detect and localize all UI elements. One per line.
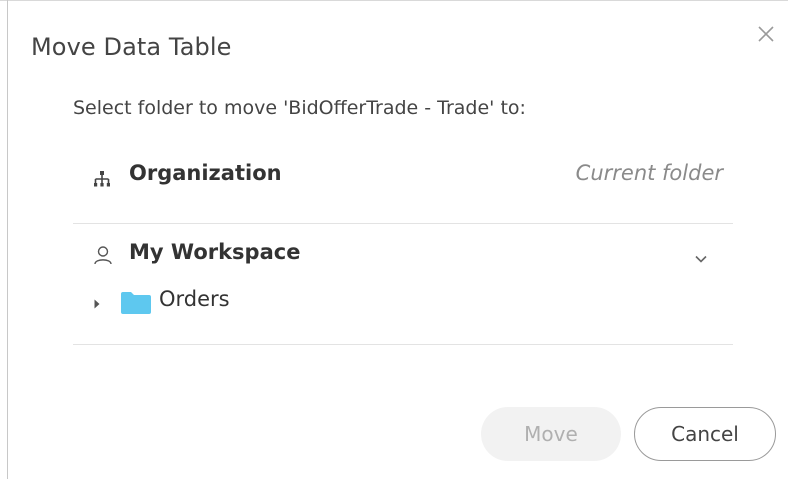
backdrop-edge-top [0,0,788,1]
folder-row-orders[interactable]: Orders [73,284,733,345]
folder-icon [120,291,152,315]
dialog-title: Move Data Table [31,33,232,61]
cancel-button[interactable]: Cancel [634,407,776,461]
folder-label-my-workspace: My Workspace [129,240,301,264]
folder-label-organization: Organization [129,161,282,185]
chevron-down-icon[interactable] [693,250,709,263]
move-data-table-dialog: Move Data Table Select folder to move 'B… [8,7,788,479]
current-folder-note: Current folder [575,161,723,185]
move-button[interactable]: Move [481,407,621,461]
folder-tree: Organization Current folder My Workspace [73,147,733,345]
dialog-subtitle: Select folder to move 'BidOfferTrade - T… [73,97,526,119]
folder-row-my-workspace[interactable]: My Workspace [73,224,733,284]
hierarchy-icon [93,170,111,188]
folder-label-orders[interactable]: Orders [159,287,230,311]
user-icon [93,245,113,265]
folder-row-organization[interactable]: Organization Current folder [73,147,733,224]
close-icon[interactable] [756,24,776,44]
caret-right-icon[interactable] [92,296,102,310]
